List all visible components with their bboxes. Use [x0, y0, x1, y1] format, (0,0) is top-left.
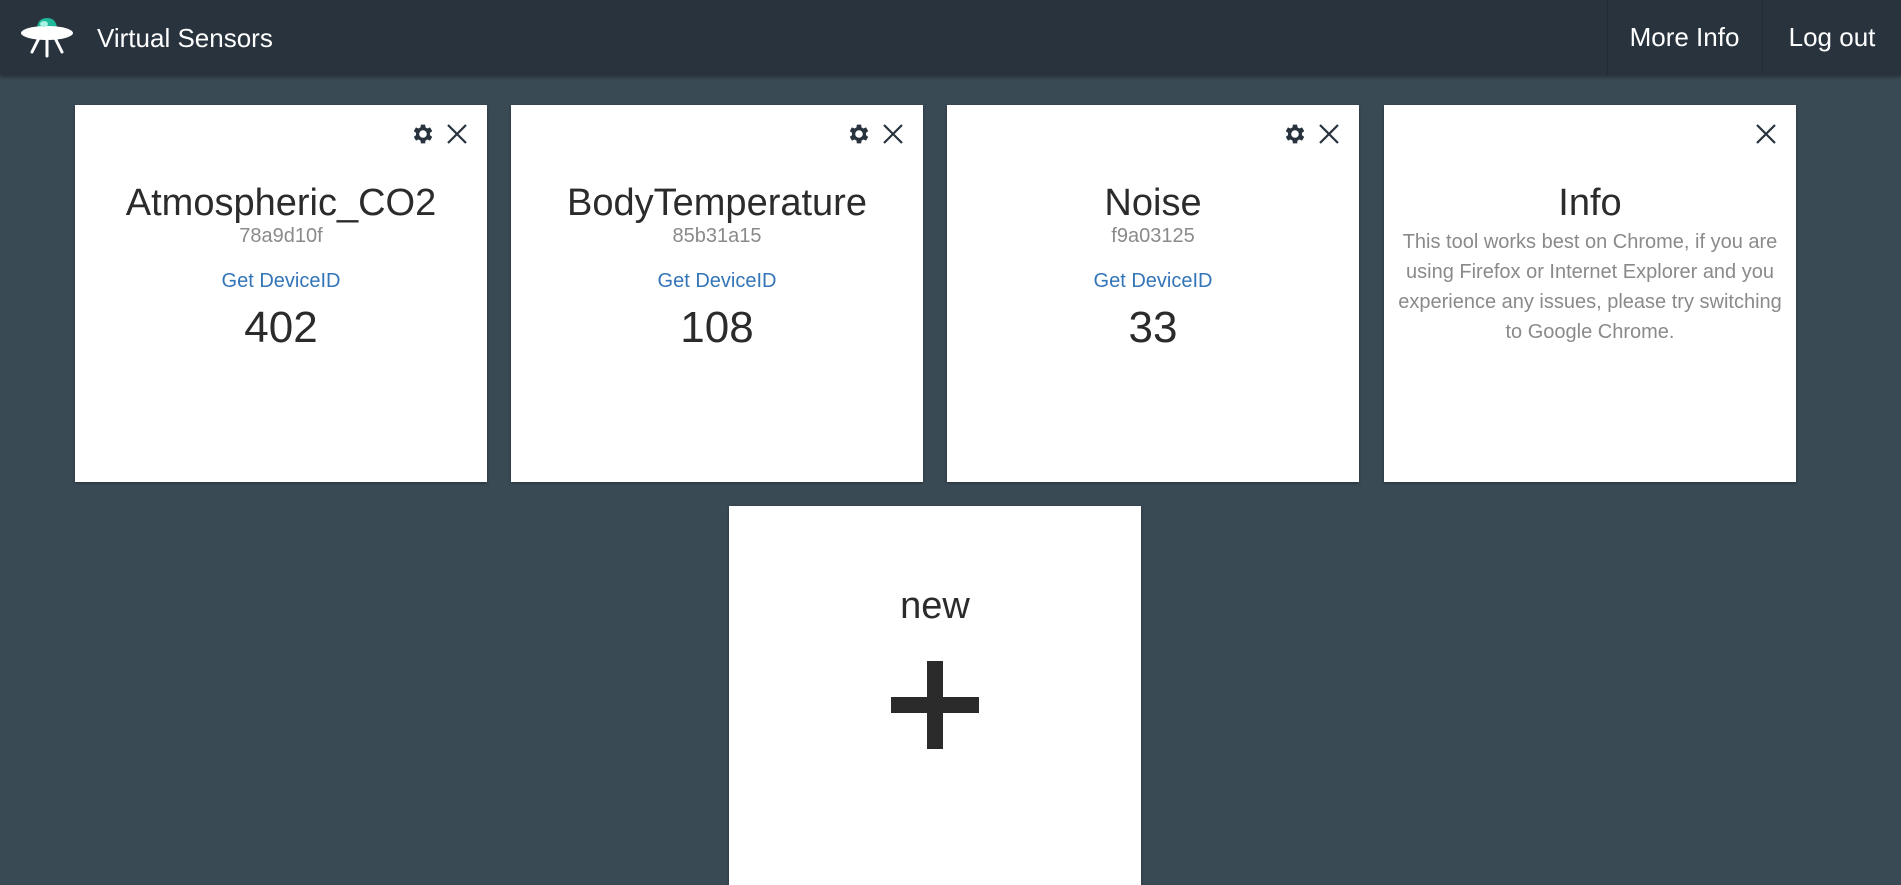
- gear-icon[interactable]: [1282, 121, 1308, 147]
- sensor-value: 108: [680, 303, 754, 352]
- app-title[interactable]: Virtual Sensors: [97, 21, 273, 55]
- ufo-logo-icon[interactable]: [20, 14, 74, 58]
- plus-icon[interactable]: [891, 661, 979, 749]
- sensor-id: 85b31a15: [672, 225, 762, 247]
- scrollbar[interactable]: [1889, 75, 1901, 885]
- sensor-name: BodyTemperature: [567, 182, 867, 224]
- sensor-value: 33: [1128, 303, 1178, 352]
- new-card-title: new: [900, 585, 970, 627]
- gear-icon[interactable]: [410, 121, 436, 147]
- sensor-name: Noise: [1104, 182, 1202, 224]
- get-deviceid-link[interactable]: Get DeviceID: [75, 268, 487, 294]
- close-icon[interactable]: [881, 122, 905, 146]
- new-sensor-card[interactable]: new: [729, 506, 1141, 885]
- close-icon[interactable]: [1317, 122, 1341, 146]
- info-card: Info This tool works best on Chrome, if …: [1384, 105, 1796, 482]
- close-icon[interactable]: [1754, 122, 1778, 146]
- gear-icon[interactable]: [846, 121, 872, 147]
- get-deviceid-link[interactable]: Get DeviceID: [511, 268, 923, 294]
- sensor-card: BodyTemperature 85b31a15 Get DeviceID 10…: [511, 105, 923, 482]
- sensor-value: 402: [244, 303, 318, 352]
- sensor-id: 78a9d10f: [239, 225, 323, 247]
- close-icon[interactable]: [445, 122, 469, 146]
- logout-link[interactable]: Log out: [1762, 0, 1901, 75]
- sensor-card: Noise f9a03125 Get DeviceID 33: [947, 105, 1359, 482]
- more-info-link[interactable]: More Info: [1607, 0, 1761, 75]
- top-navbar: Virtual Sensors More Info Log out: [0, 0, 1901, 75]
- info-title: Info: [1558, 182, 1622, 224]
- info-text: This tool works best on Chrome, if you a…: [1398, 231, 1782, 343]
- get-deviceid-link[interactable]: Get DeviceID: [947, 268, 1359, 294]
- sensor-card: Atmospheric_CO2 78a9d10f Get DeviceID 40…: [75, 105, 487, 482]
- sensor-name: Atmospheric_CO2: [125, 182, 437, 224]
- sensor-id: f9a03125: [1111, 225, 1195, 247]
